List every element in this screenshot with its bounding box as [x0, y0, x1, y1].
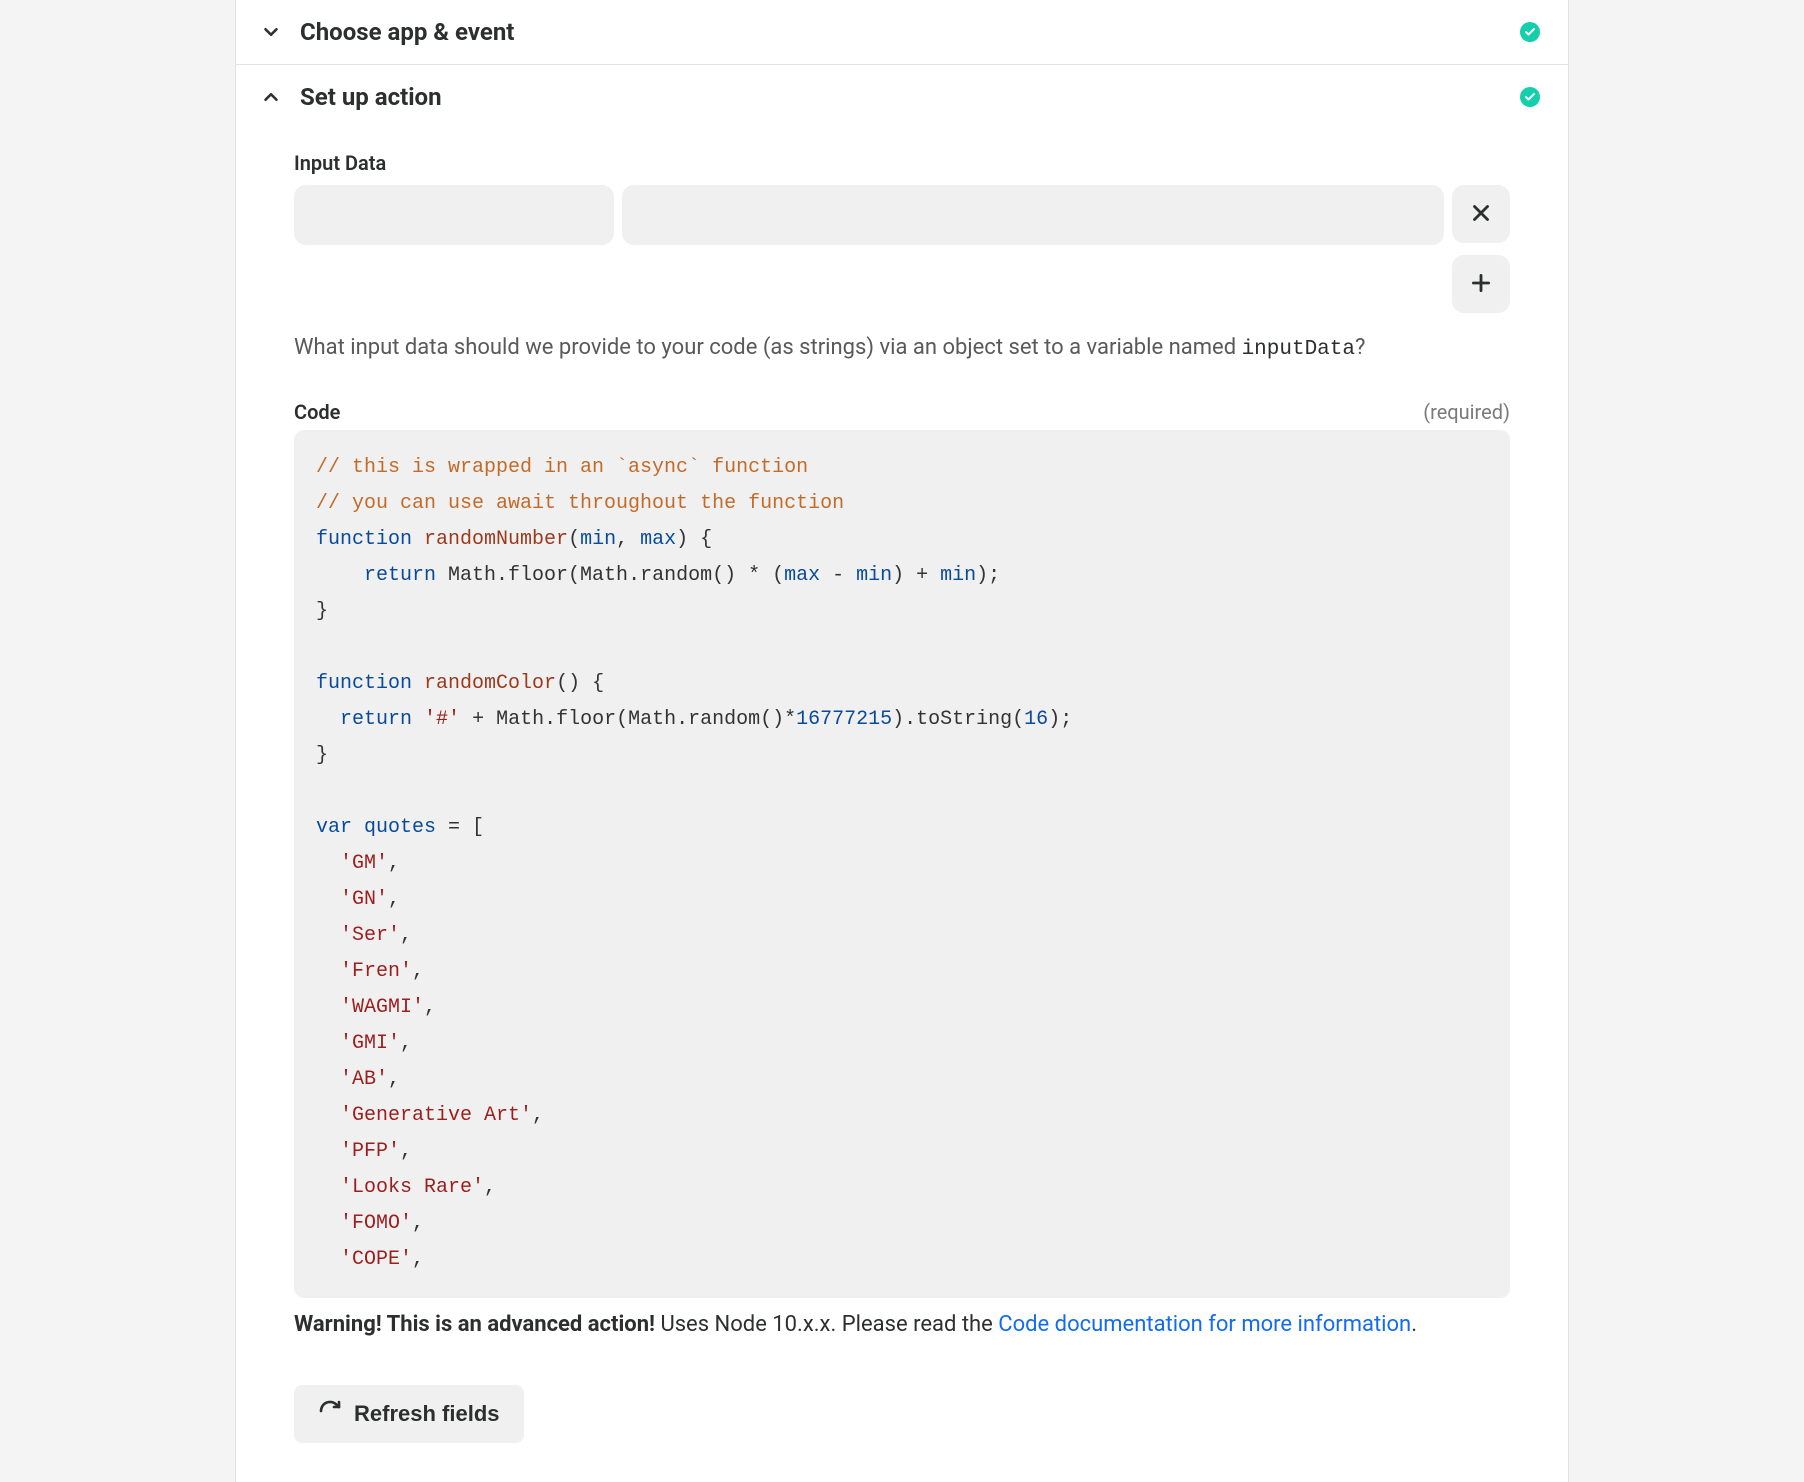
check-complete-icon: [1520, 87, 1540, 107]
chevron-up-icon: [260, 86, 282, 108]
warning-text: Warning! This is an advanced action! Use…: [294, 1308, 1510, 1341]
remove-input-row-button[interactable]: [1452, 185, 1510, 243]
add-input-row-button[interactable]: [1452, 255, 1510, 313]
code-label: Code: [294, 400, 340, 424]
editor-panel: Choose app & event Set up action Input D…: [235, 0, 1569, 1482]
refresh-icon: [318, 1399, 342, 1429]
input-data-value-field[interactable]: [622, 185, 1444, 245]
code-editor[interactable]: // this is wrapped in an `async` functio…: [294, 430, 1510, 1298]
section-title: Choose app & event: [300, 18, 514, 46]
input-data-label: Input Data: [294, 151, 1510, 175]
setup-action-body: Input Data What input data should we pro…: [236, 129, 1568, 1482]
code-docs-link[interactable]: Code documentation for more information: [998, 1312, 1411, 1337]
input-data-row: [294, 185, 1510, 245]
chevron-down-icon: [260, 21, 282, 43]
check-complete-icon: [1520, 22, 1540, 42]
input-data-key-field[interactable]: [294, 185, 614, 245]
plus-icon: [1468, 270, 1494, 299]
section-set-up-action[interactable]: Set up action: [236, 65, 1568, 129]
refresh-fields-button[interactable]: Refresh fields: [294, 1385, 524, 1443]
section-choose-app-event[interactable]: Choose app & event: [236, 0, 1568, 65]
refresh-fields-label: Refresh fields: [354, 1401, 500, 1427]
input-data-help-text: What input data should we provide to you…: [294, 331, 1510, 366]
close-icon: [1468, 200, 1494, 229]
section-title: Set up action: [300, 83, 442, 111]
required-label: (required): [1423, 400, 1510, 424]
